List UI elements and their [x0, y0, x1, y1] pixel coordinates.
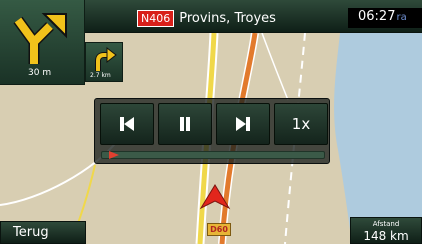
simulation-player: 1x — [94, 98, 330, 164]
next-turn-distance: 30 m — [28, 68, 52, 78]
turn-right-icon — [95, 46, 117, 71]
clock-time: 06:27 — [358, 9, 396, 24]
next-turn-panel[interactable]: 30 m — [0, 0, 85, 85]
road-number-badge: N406 — [137, 9, 175, 27]
clock-suffix: ra — [396, 12, 407, 23]
playback-speed-label: 1x — [291, 115, 311, 133]
second-turn-distance: 2.7 km — [90, 72, 111, 79]
second-turn-panel[interactable]: 2.7 km — [85, 42, 123, 82]
playback-progress-slider[interactable] — [101, 151, 325, 159]
distance-value: 148 km — [363, 229, 409, 243]
vehicle-position-icon — [199, 184, 231, 210]
pause-button[interactable] — [158, 103, 212, 145]
road-shield: D60 — [207, 223, 231, 236]
skip-previous-button[interactable] — [100, 103, 154, 145]
distance-remaining-panel[interactable]: Afstand 148 km — [350, 217, 422, 244]
back-button[interactable]: Terug — [0, 221, 86, 244]
distance-label: Afstand — [372, 220, 400, 228]
navigation-screen: N406 Provins, Troyes 06:27ra 30 m 2.7 km — [0, 0, 422, 244]
playback-speed-button[interactable]: 1x — [274, 103, 328, 145]
clock: 06:27ra — [348, 8, 422, 28]
skip-previous-icon — [120, 117, 134, 131]
street-name: Provins, Troyes — [179, 10, 276, 26]
current-street: N406 Provins, Troyes — [137, 9, 276, 27]
turn-right-fork-icon — [13, 13, 67, 64]
skip-next-button[interactable] — [216, 103, 270, 145]
progress-marker-icon[interactable] — [108, 150, 120, 160]
skip-next-icon — [236, 117, 250, 131]
pause-icon — [180, 117, 190, 131]
